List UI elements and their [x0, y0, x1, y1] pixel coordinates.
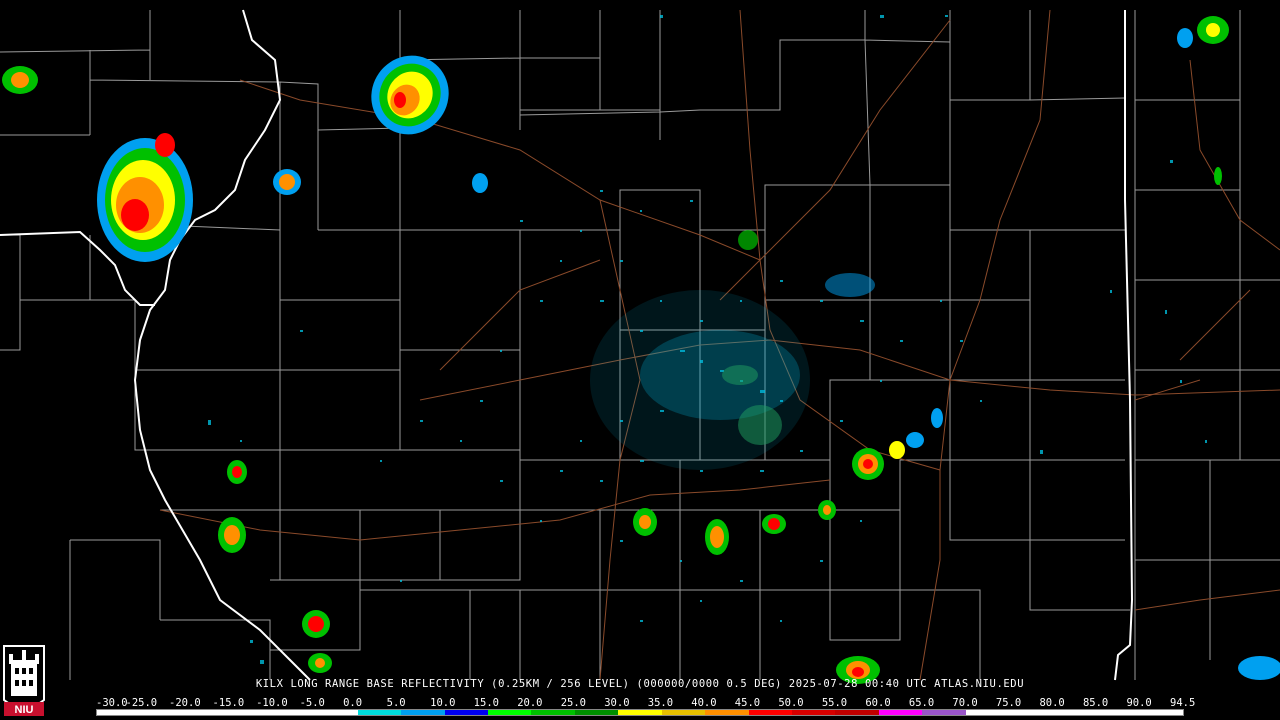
- scale-swatch: [705, 710, 749, 715]
- scale-swatch: [444, 710, 488, 715]
- scale-label: 5.0: [386, 697, 406, 709]
- scale-label: 20.0: [517, 697, 543, 709]
- scale-label: -30.0: [96, 697, 128, 709]
- scale-swatch: [748, 710, 792, 715]
- scale-swatch: [835, 710, 879, 715]
- scale-label: 35.0: [647, 697, 674, 709]
- scale-label: 0.0: [343, 697, 363, 709]
- scale-labels: -30.0 -25.0 -20.0 -15.0 -10.0 -5.0 0.0 5.0 10.0 1…: [96, 697, 1196, 709]
- scale-label: 75.0: [995, 697, 1022, 709]
- scale-label: 60.0: [865, 697, 891, 709]
- scale-swatch: [270, 710, 315, 715]
- scale-label: 25.0: [560, 697, 587, 709]
- scale-label: 55.0: [821, 697, 848, 709]
- scale-label: 94.5: [1170, 697, 1196, 709]
- radar-caption: KILX LONG RANGE BASE REFLECTIVITY (0.25K…: [255, 678, 1025, 690]
- scale-swatch: [1139, 710, 1183, 715]
- scale-label: 45.0: [734, 697, 761, 709]
- scale-swatch: [487, 710, 532, 715]
- scale-label: 85.0: [1082, 697, 1109, 709]
- scale-swatch: [792, 710, 836, 715]
- scale-swatch: [1096, 710, 1140, 715]
- scale-swatch: [314, 710, 358, 715]
- scale-swatch: [140, 710, 184, 715]
- scale-label: 90.0: [1126, 697, 1152, 709]
- scale-label: 30.0: [604, 697, 630, 709]
- scale-swatch: [661, 710, 706, 715]
- scale-swatch: [618, 710, 662, 715]
- scale-swatch: [97, 710, 141, 715]
- scale-label: 15.0: [473, 697, 499, 709]
- reflectivity-color-scale: [96, 709, 1184, 716]
- scale-swatch: [183, 710, 228, 715]
- scale-swatch: [922, 710, 966, 715]
- scale-label: 80.0: [1039, 697, 1065, 709]
- scale-label: -5.0: [299, 697, 325, 709]
- scale-label: -25.0: [125, 697, 158, 709]
- scale-label: 10.0: [430, 697, 456, 709]
- scale-swatch: [878, 710, 923, 715]
- scale-swatch: [531, 710, 575, 715]
- central-echo: [590, 230, 875, 470]
- scale-swatch: [227, 710, 271, 715]
- scale-swatch: [357, 710, 402, 715]
- scale-swatch: [401, 710, 445, 715]
- scale-label: 65.0: [908, 697, 935, 709]
- radar-map: [0, 9, 1280, 684]
- scale-swatch: [574, 710, 619, 715]
- logo-text: NIU: [15, 704, 34, 716]
- scale-swatch: [1052, 710, 1097, 715]
- scale-label: 70.0: [952, 697, 978, 709]
- scale-label: -15.0: [212, 697, 245, 709]
- scale-label: -10.0: [256, 697, 288, 709]
- scale-swatch: [965, 710, 1010, 715]
- scale-label: 50.0: [778, 697, 804, 709]
- scale-label: -20.0: [169, 697, 201, 709]
- scale-swatch: [1009, 710, 1053, 715]
- scale-label: 40.0: [691, 697, 717, 709]
